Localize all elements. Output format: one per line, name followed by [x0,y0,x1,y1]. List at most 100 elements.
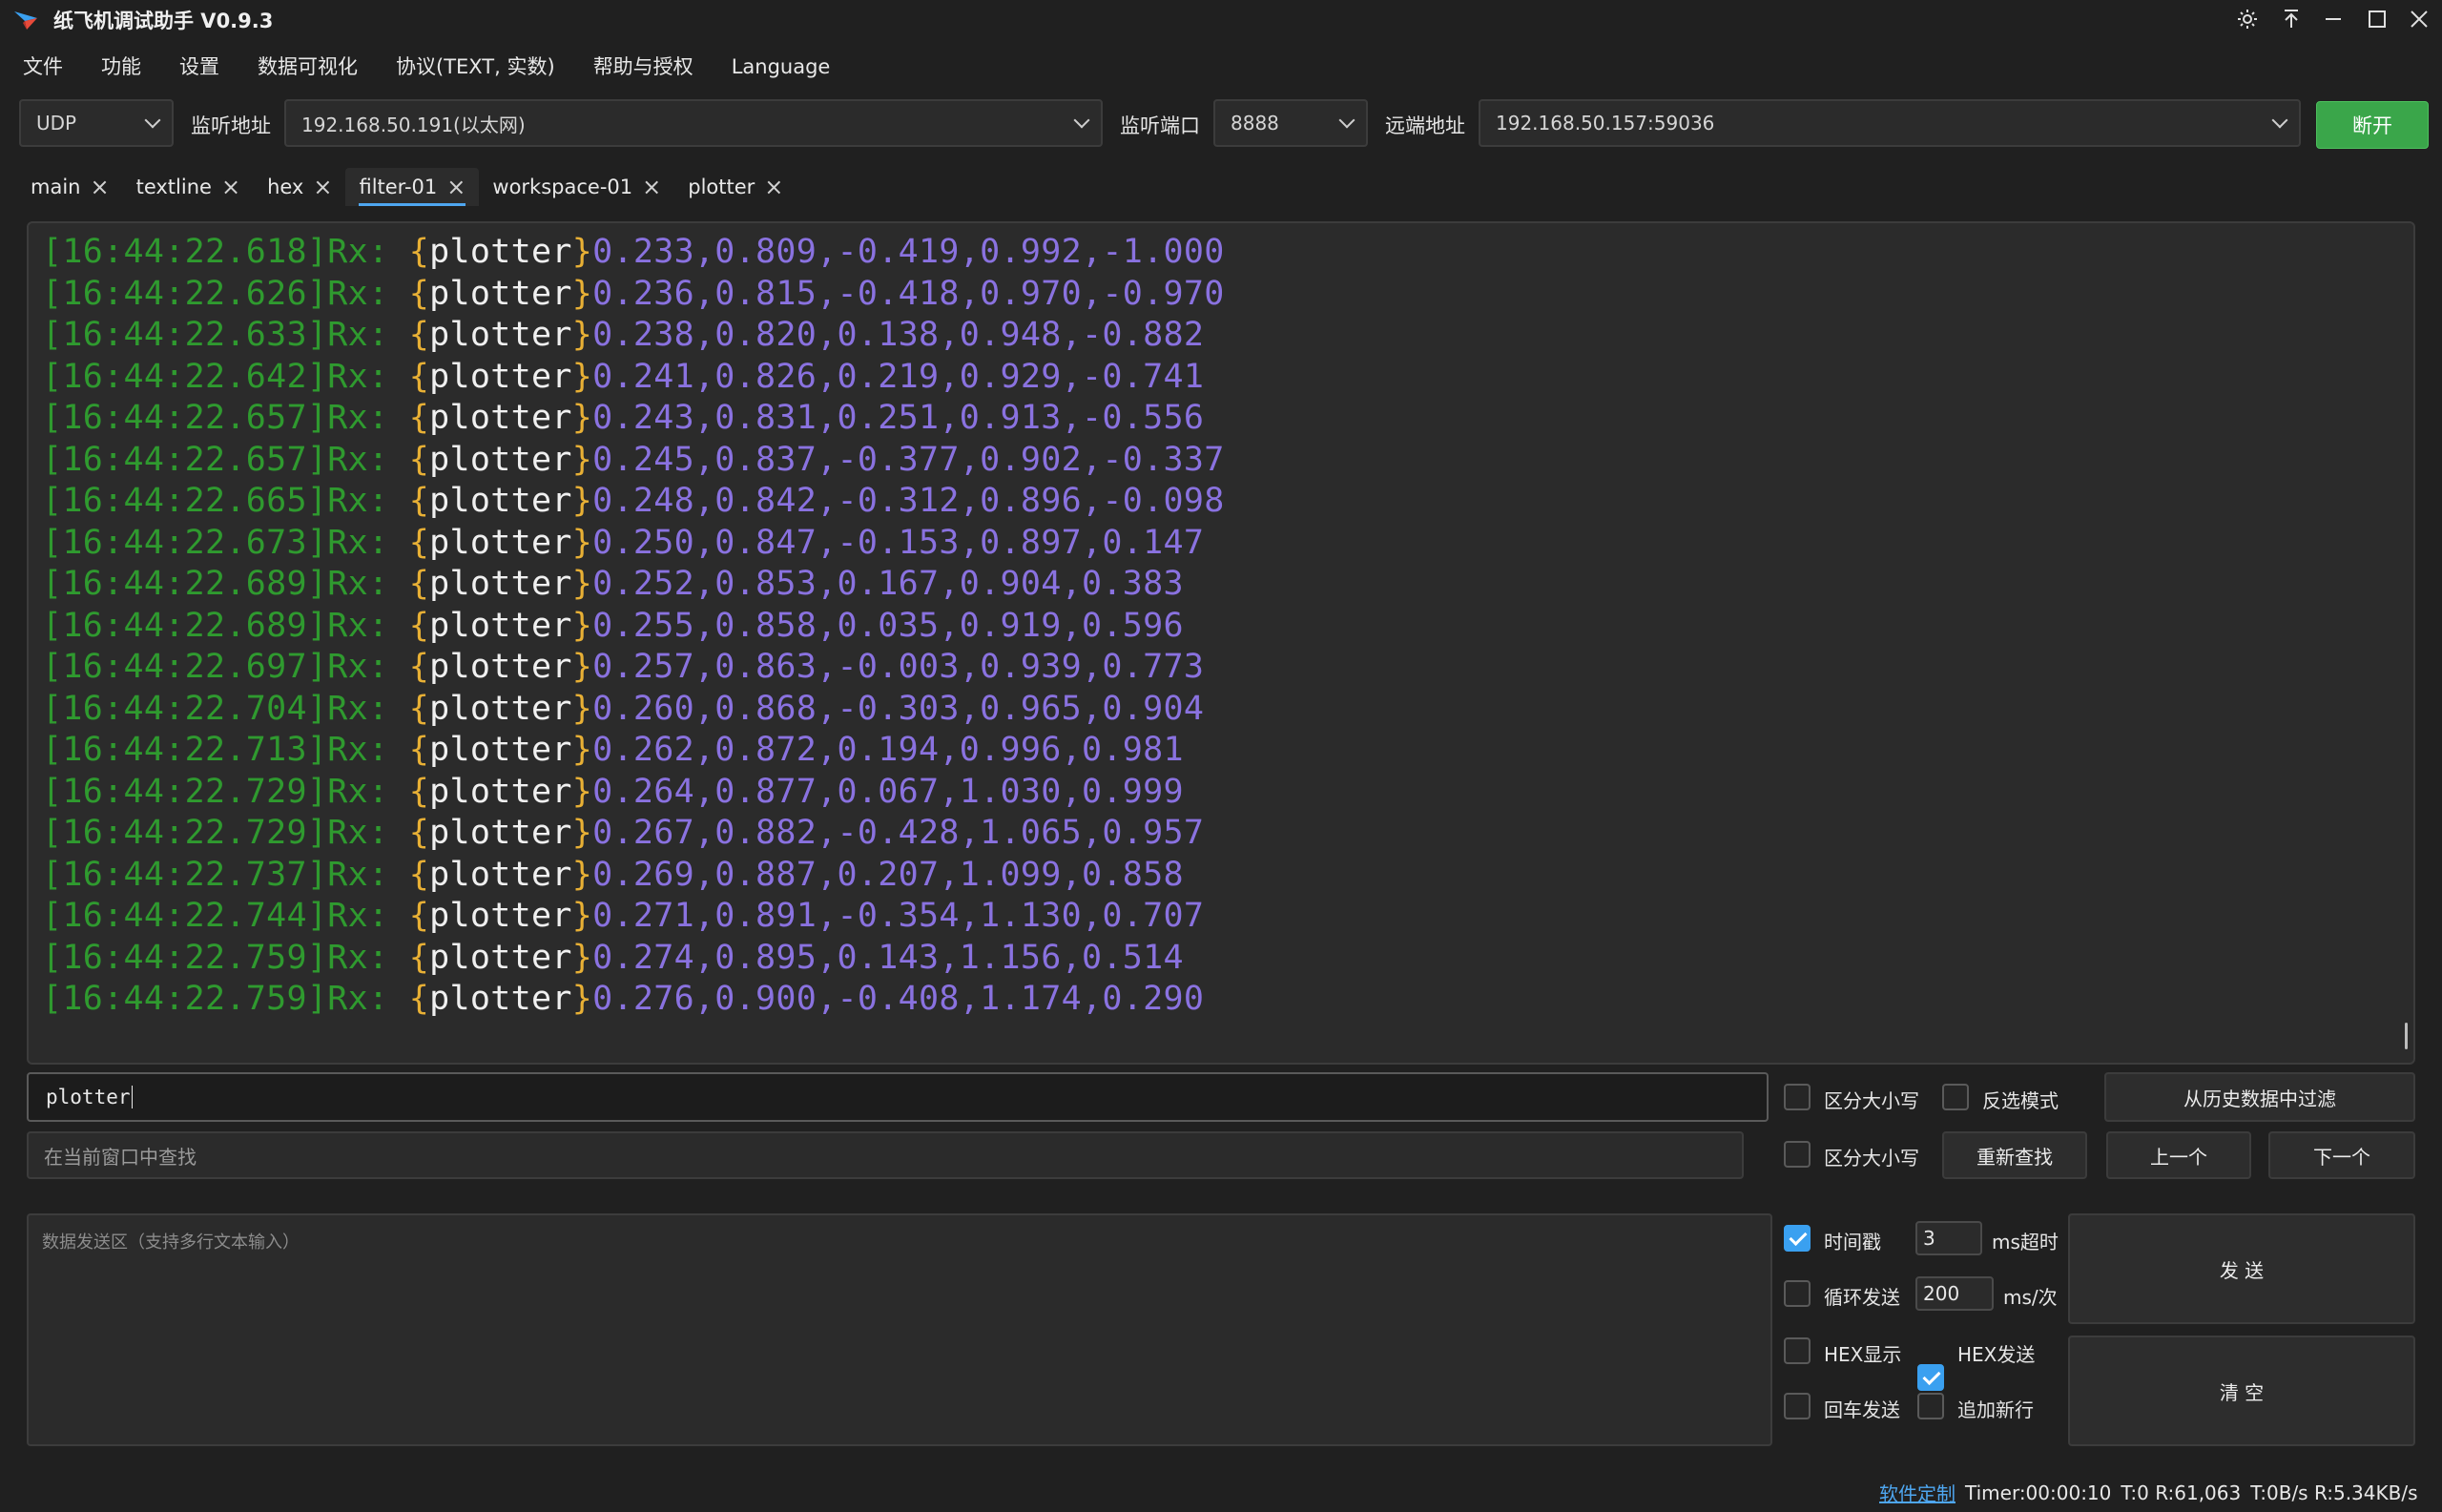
timestamp-checkbox[interactable] [1784,1225,1811,1252]
close-tab-icon[interactable]: × [221,176,240,198]
send-textarea[interactable]: 数据发送区（支持多行文本输入） [27,1213,1772,1446]
research-button[interactable]: 重新查找 [1942,1131,2087,1179]
log-line: [16:44:22.689]Rx: {plotter}0.255,0.858,0… [42,605,1184,647]
hex-display-checkbox[interactable] [1784,1337,1811,1364]
loop-send-checkbox[interactable] [1784,1280,1811,1307]
log-values: 0.243,0.831,0.251,0.913,-0.556 [592,399,1205,437]
close-tab-icon[interactable]: × [446,176,466,198]
log-timestamp: [16:44:22.744] [42,897,328,935]
listen-addr-value: 192.168.50.191(以太网) [301,113,526,136]
menu-settings[interactable]: 设置 [160,50,238,88]
tag-close-brace: } [571,689,593,728]
protocol-select[interactable]: UDP [19,99,174,147]
log-tag: plotter [429,233,572,271]
tab-filter-01[interactable]: filter-01 × [345,168,480,206]
timestamp-label: 时间戳 [1824,1231,1881,1253]
search-input[interactable]: 在当前窗口中查找 [27,1131,1744,1179]
log-tag: plotter [429,731,572,769]
menu-language[interactable]: Language [713,50,850,88]
tag-open-brace: { [408,606,430,645]
tag-close-brace: } [571,274,593,313]
log-direction: Rx: [327,316,409,354]
theme-toggle-icon[interactable] [2226,2,2268,36]
log-timestamp: [16:44:22.642] [42,357,328,396]
tag-close-brace: } [571,523,593,562]
tab-workspace-01[interactable]: workspace-01 × [479,168,674,206]
log-direction: Rx: [327,855,409,894]
log-line: [16:44:22.704]Rx: {plotter}0.260,0.868,-… [42,688,1204,730]
pin-top-icon[interactable] [2270,2,2312,36]
tag-close-brace: } [571,440,593,479]
listen-addr-select[interactable]: 192.168.50.191(以太网) [284,99,1103,147]
tag-open-brace: { [408,274,430,313]
log-values: 0.260,0.868,-0.303,0.965,0.904 [592,689,1205,728]
search-case-checkbox[interactable] [1784,1141,1811,1168]
tag-open-brace: { [408,648,430,686]
log-tag: plotter [429,897,572,935]
clear-button[interactable]: 清 空 [2068,1336,2415,1446]
tab-main[interactable]: main × [17,168,123,206]
listen-port-select[interactable]: 8888 [1213,99,1368,147]
status-rates: T:0B/s R:5.34KB/s [2250,1481,2418,1504]
menu-function[interactable]: 功能 [82,50,160,88]
log-line: [16:44:22.713]Rx: {plotter}0.262,0.872,0… [42,729,1184,771]
tag-open-brace: { [408,523,430,562]
log-values: 0.236,0.815,-0.418,0.970,-0.970 [592,274,1225,313]
history-filter-button[interactable]: 从历史数据中过滤 [2104,1072,2415,1122]
log-timestamp: [16:44:22.665] [42,482,328,520]
remote-addr-select[interactable]: 192.168.50.157:59036 [1479,99,2301,147]
invert-mode-checkbox[interactable] [1942,1084,1969,1110]
log-scrollbar[interactable] [2405,1023,2408,1049]
log-tag: plotter [429,523,572,562]
next-match-button[interactable]: 下一个 [2268,1131,2415,1179]
maximize-icon[interactable] [2356,2,2398,36]
log-direction: Rx: [327,482,409,520]
log-timestamp: [16:44:22.657] [42,440,328,479]
log-tag: plotter [429,316,572,354]
log-tag: plotter [429,357,572,396]
menu-help[interactable]: 帮助与授权 [574,50,713,88]
menu-file[interactable]: 文件 [0,50,82,88]
log-values: 0.248,0.842,-0.312,0.896,-0.098 [592,482,1225,520]
filter-case-checkbox[interactable] [1784,1084,1811,1110]
menu-visualization[interactable]: 数据可视化 [238,50,377,88]
log-direction: Rx: [327,274,409,313]
close-tab-icon[interactable]: × [90,176,109,198]
receive-log[interactable]: [16:44:22.618]Rx: {plotter}0.233,0.809,-… [27,221,2415,1065]
send-button[interactable]: 发 送 [2068,1213,2415,1324]
text-caret [131,1086,133,1108]
log-line: [16:44:22.759]Rx: {plotter}0.274,0.895,0… [42,937,1184,979]
tag-close-brace: } [571,897,593,935]
paper-plane-icon [14,11,37,30]
minimize-icon[interactable] [2312,2,2354,36]
log-tag: plotter [429,648,572,686]
log-timestamp: [16:44:22.713] [42,731,328,769]
tag-open-brace: { [408,316,430,354]
log-tag: plotter [429,772,572,811]
tab-plotter[interactable]: plotter × [674,168,797,206]
tab-hex[interactable]: hex × [254,168,345,206]
menu-protocol[interactable]: 协议(TEXT, 实数) [377,50,574,88]
tag-open-brace: { [408,233,430,271]
log-line: [16:44:22.759]Rx: {plotter}0.276,0.900,-… [42,978,1204,1020]
custom-software-link[interactable]: 软件定制 [1879,1479,1956,1506]
tab-bar: main × textline × hex × filter-01 × workspac… [17,168,797,208]
hex-send-checkbox[interactable] [1917,1364,1944,1391]
search-placeholder: 在当前窗口中查找 [44,1145,197,1169]
tab-label: main [31,176,81,198]
enter-send-checkbox[interactable] [1784,1393,1811,1419]
append-newline-checkbox[interactable] [1917,1393,1944,1419]
disconnect-button[interactable]: 断开 [2316,101,2429,149]
log-line: [16:44:22.642]Rx: {plotter}0.241,0.826,0… [42,356,1204,398]
close-tab-icon[interactable]: × [313,176,332,198]
prev-match-button[interactable]: 上一个 [2106,1131,2251,1179]
interval-input[interactable]: 200 [1915,1276,1994,1311]
log-line: [16:44:22.657]Rx: {plotter}0.245,0.837,-… [42,439,1225,481]
log-values: 0.241,0.826,0.219,0.929,-0.741 [592,357,1205,396]
tab-textline[interactable]: textline × [123,168,254,206]
filter-input[interactable]: plotter [27,1072,1769,1122]
timeout-input[interactable]: 3 [1915,1221,1982,1255]
close-icon[interactable] [2398,2,2440,36]
close-tab-icon[interactable]: × [642,176,661,198]
close-tab-icon[interactable]: × [764,176,783,198]
